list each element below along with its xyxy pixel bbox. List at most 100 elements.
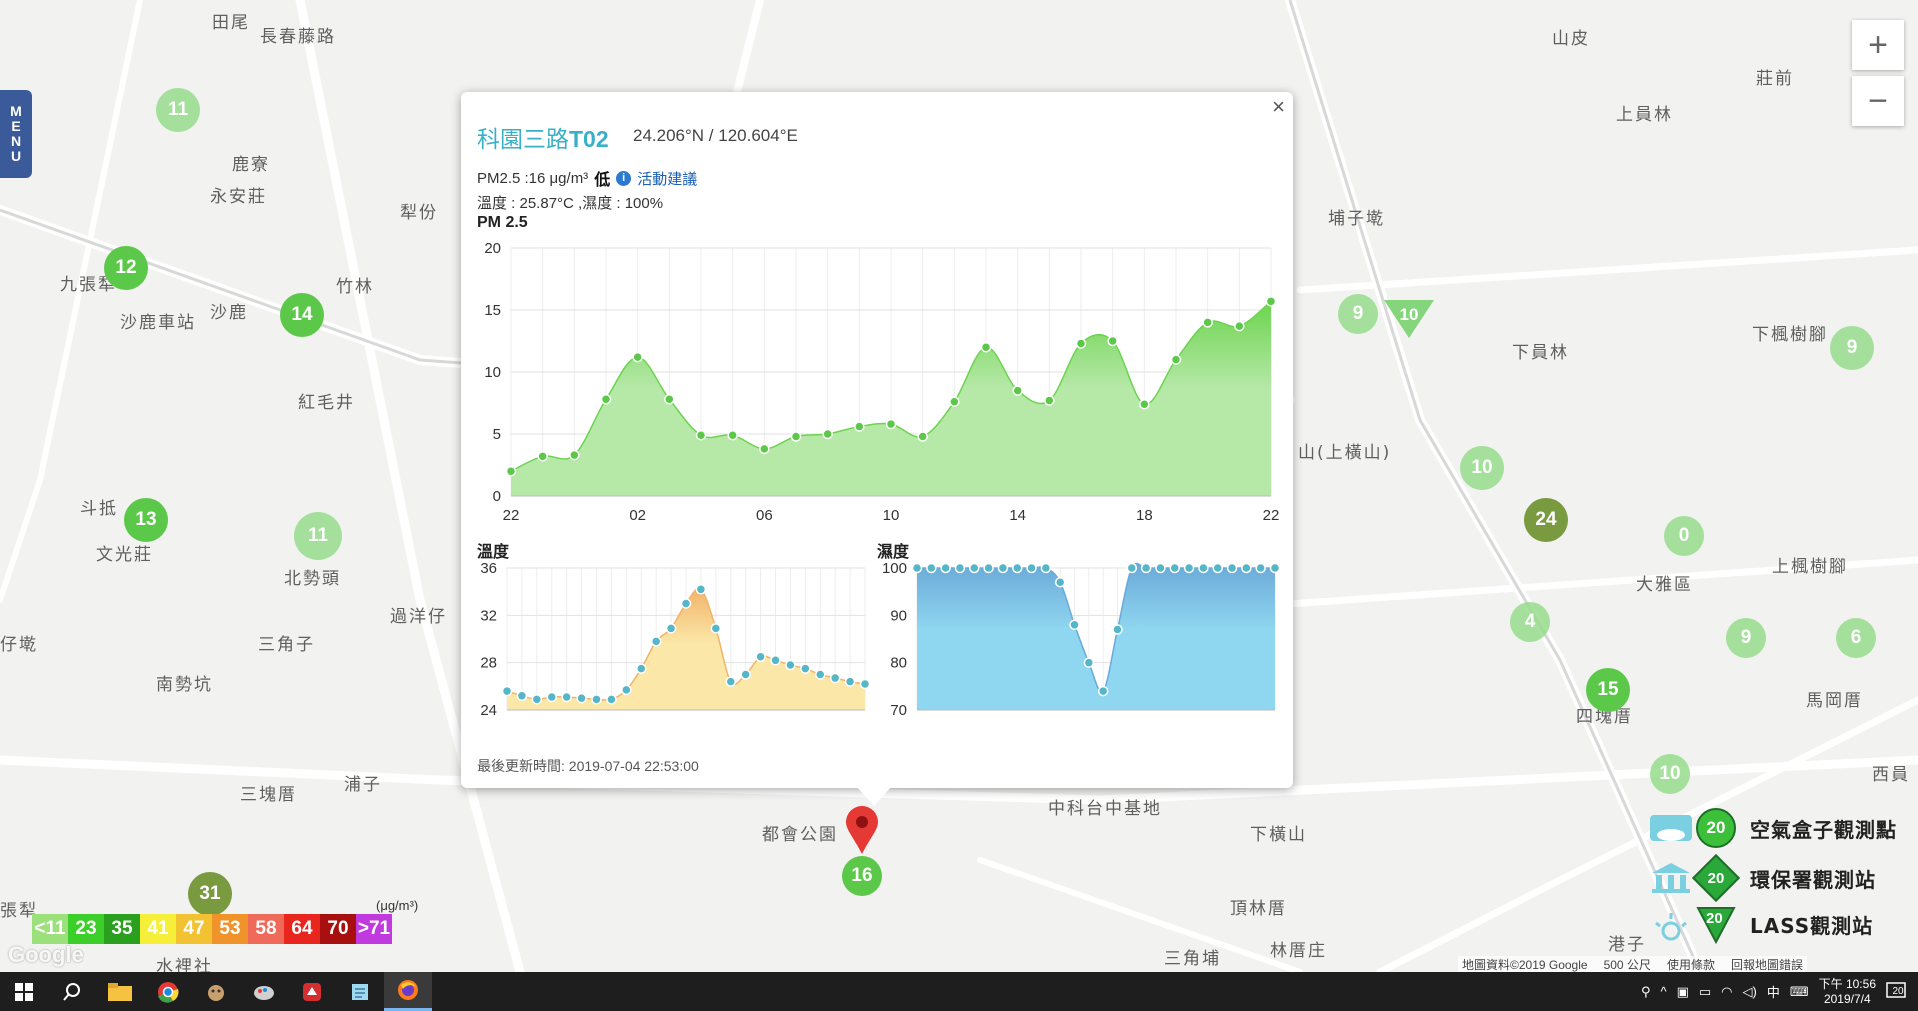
menu-tab[interactable]: M E N U: [0, 90, 32, 178]
chart-point[interactable]: [1155, 562, 1166, 574]
chart-point[interactable]: [1054, 576, 1066, 588]
chart-point[interactable]: [1140, 562, 1152, 574]
network-icon[interactable]: ◠: [1721, 984, 1732, 1000]
station-marker[interactable]: 12: [104, 246, 148, 290]
chart-point[interactable]: [636, 663, 647, 674]
station-marker[interactable]: 15: [1586, 668, 1630, 712]
chart-point[interactable]: [844, 676, 856, 687]
chart-point[interactable]: [606, 694, 617, 705]
chart-point[interactable]: [755, 651, 766, 662]
security-icon[interactable]: ▣: [1677, 984, 1689, 1000]
chart-point[interactable]: [740, 669, 751, 680]
chart-point[interactable]: [621, 684, 632, 696]
chart-point[interactable]: [1012, 385, 1023, 396]
chart-point[interactable]: [790, 431, 802, 442]
chart-point[interactable]: [695, 429, 707, 441]
chart-point[interactable]: [1198, 562, 1209, 574]
chrome-icon[interactable]: [144, 972, 192, 1011]
station-marker[interactable]: 24: [1524, 498, 1568, 542]
chart-point[interactable]: [800, 663, 811, 674]
chart-point[interactable]: [1112, 624, 1123, 635]
file-explorer-icon[interactable]: [96, 972, 144, 1011]
info-icon[interactable]: i: [616, 170, 632, 186]
chart-point[interactable]: [680, 598, 692, 609]
chart-point[interactable]: [785, 659, 796, 671]
station-marker[interactable]: 0: [1664, 516, 1704, 556]
zoom-in-button[interactable]: +: [1852, 20, 1904, 70]
chart-point[interactable]: [854, 421, 865, 432]
chart-point[interactable]: [1026, 562, 1037, 574]
station-marker[interactable]: 11: [156, 88, 200, 132]
station-marker[interactable]: 9: [1830, 326, 1874, 370]
chart-point[interactable]: [1269, 562, 1281, 574]
station-marker[interactable]: 9: [1726, 618, 1766, 658]
close-icon[interactable]: ×: [1272, 94, 1285, 120]
chart-point[interactable]: [1255, 562, 1266, 574]
chart-point[interactable]: [1044, 395, 1055, 406]
chart-point[interactable]: [859, 678, 871, 690]
search-icon[interactable]: [48, 972, 96, 1011]
station-marker[interactable]: 10: [1650, 754, 1690, 794]
activity-advice-link[interactable]: 活動建議: [637, 168, 697, 189]
clock[interactable]: 下午 10:56 2019/7/4: [1819, 977, 1876, 1007]
chart-point[interactable]: [1234, 320, 1245, 332]
chart-point[interactable]: [576, 692, 587, 704]
terms-link[interactable]: 使用條款: [1667, 956, 1715, 973]
keyboard-icon[interactable]: ⌨: [1790, 984, 1809, 1000]
battery-icon[interactable]: ▭: [1699, 984, 1711, 1000]
chart-point[interactable]: [983, 562, 994, 574]
chart-point[interactable]: [516, 690, 528, 702]
station-marker[interactable]: 6: [1836, 618, 1876, 658]
chart-point[interactable]: [505, 465, 517, 477]
chart-point[interactable]: [501, 685, 513, 697]
chart-point[interactable]: [569, 449, 580, 461]
chart-point[interactable]: [1241, 562, 1252, 574]
chart-point[interactable]: [815, 669, 826, 680]
chart-point[interactable]: [1011, 562, 1023, 574]
chart-point[interactable]: [1183, 562, 1195, 574]
station-marker[interactable]: 16: [842, 856, 882, 896]
chart-point[interactable]: [632, 351, 643, 363]
chart-point[interactable]: [531, 694, 543, 705]
station-marker[interactable]: 31: [188, 872, 232, 916]
firefox-icon[interactable]: [384, 972, 432, 1011]
chart-point[interactable]: [695, 584, 707, 595]
chart-point[interactable]: [969, 562, 980, 574]
selected-location-pin-icon[interactable]: [844, 804, 880, 856]
station-marker[interactable]: 13: [124, 498, 168, 542]
ime-indicator[interactable]: 中: [1767, 982, 1780, 1001]
lass-station-marker[interactable]: 10: [1382, 298, 1436, 340]
windows-start-icon[interactable]: [0, 972, 48, 1011]
chart-point[interactable]: [770, 655, 781, 666]
chart-point[interactable]: [546, 691, 557, 703]
chart-point[interactable]: [1170, 354, 1182, 365]
app-icon-notepad[interactable]: [336, 972, 384, 1011]
chart-point[interactable]: [940, 562, 951, 574]
chart-point[interactable]: [949, 396, 960, 408]
chevron-up-icon[interactable]: ^: [1660, 984, 1666, 999]
people-icon[interactable]: ⚲: [1641, 984, 1651, 1000]
chart-point[interactable]: [926, 562, 937, 574]
app-icon-animal[interactable]: [192, 972, 240, 1011]
chart-point[interactable]: [1169, 562, 1181, 574]
chart-point[interactable]: [1202, 317, 1213, 328]
chart-point[interactable]: [710, 623, 722, 634]
chart-point[interactable]: [1126, 562, 1138, 574]
chart-point[interactable]: [561, 691, 572, 703]
chart-point[interactable]: [997, 562, 1009, 574]
chart-point[interactable]: [537, 451, 548, 462]
chart-point[interactable]: [1083, 657, 1095, 668]
chart-point[interactable]: [591, 694, 602, 705]
chart-point[interactable]: [1226, 562, 1238, 574]
station-marker[interactable]: 14: [280, 293, 324, 337]
chart-point[interactable]: [1040, 562, 1052, 574]
zoom-out-button[interactable]: −: [1852, 76, 1904, 126]
app-icon-red[interactable]: [288, 972, 336, 1011]
chart-point[interactable]: [650, 636, 662, 647]
chart-point[interactable]: [665, 623, 677, 634]
report-error-link[interactable]: 回報地圖錯誤: [1731, 956, 1803, 973]
chart-point[interactable]: [600, 394, 612, 405]
station-marker[interactable]: 4: [1510, 602, 1550, 642]
chart-point[interactable]: [885, 418, 897, 430]
chart-point[interactable]: [1265, 296, 1277, 307]
